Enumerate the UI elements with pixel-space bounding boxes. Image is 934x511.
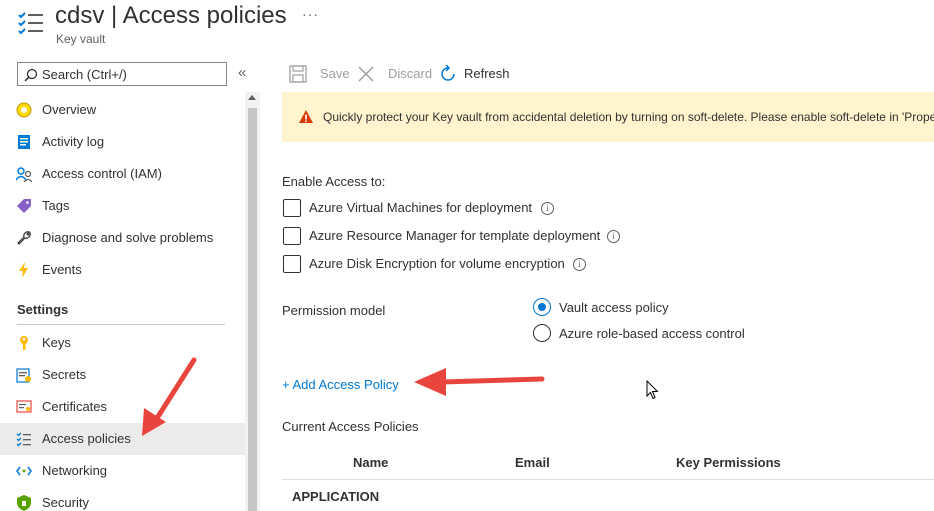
search-placeholder: Search (Ctrl+/) — [42, 67, 127, 82]
search-input[interactable]: Search (Ctrl+/) — [17, 62, 227, 86]
secrets-icon — [16, 368, 31, 383]
page-header: cdsv | Access policies Key vault ··· — [0, 0, 934, 56]
key-icon — [20, 336, 28, 350]
vault-access-policy-label: Vault access policy — [559, 300, 669, 315]
sidebar-item-label: Certificates — [42, 399, 108, 414]
page-title: cdsv | Access policies — [55, 2, 287, 29]
certificate-icon — [16, 400, 32, 413]
sidebar-item-keys[interactable]: Keys — [0, 327, 245, 359]
sidebar-item-label: Diagnose and solve problems — [42, 230, 214, 245]
shield-icon — [17, 495, 31, 511]
discard-label: Discard — [388, 66, 433, 81]
add-access-policy-link[interactable]: + Add Access Policy — [282, 377, 399, 392]
resource-menu: Search (Ctrl+/) « Overview Activity log … — [0, 56, 260, 511]
sidebar-item-label: Networking — [42, 463, 108, 478]
sidebar-item-label: Activity log — [42, 134, 105, 149]
scrollbar-thumb[interactable] — [248, 108, 257, 511]
sidebar-item-label: Keys — [42, 335, 71, 350]
more-options-button[interactable]: ··· — [302, 6, 319, 22]
vm-deployment-checkbox[interactable] — [283, 199, 301, 217]
close-icon — [358, 66, 374, 82]
settings-section-header: Settings — [17, 302, 69, 317]
sidebar-item-label: Events — [42, 262, 82, 277]
activity-log-icon — [18, 135, 30, 149]
warning-icon — [299, 110, 313, 123]
sidebar-item-access-policies[interactable]: Access policies — [0, 423, 245, 455]
permission-model-label: Permission model — [282, 303, 386, 318]
info-icon[interactable]: i — [541, 202, 554, 215]
sidebar-item-events[interactable]: Events — [0, 254, 245, 286]
scroll-up-icon[interactable] — [248, 95, 256, 100]
sidebar-item-overview[interactable]: Overview — [0, 94, 245, 126]
sidebar-item-secrets[interactable]: Secrets — [0, 359, 245, 391]
rbac-radio[interactable] — [533, 324, 551, 342]
soft-delete-warning-banner[interactable]: Quickly protect your Key vault from acci… — [282, 92, 934, 142]
info-icon[interactable]: i — [607, 230, 620, 243]
column-header-email[interactable]: Email — [515, 455, 550, 470]
group-header-application[interactable]: APPLICATION — [292, 489, 379, 504]
rbac-label: Azure role-based access control — [559, 326, 745, 341]
vault-access-policy-radio[interactable] — [533, 298, 551, 316]
mouse-cursor-icon — [646, 380, 659, 400]
section-divider — [17, 324, 225, 325]
access-policies-icon — [16, 432, 31, 447]
disk-encryption-checkbox[interactable] — [283, 255, 301, 273]
sidebar-item-label: Access policies — [42, 431, 131, 446]
sidebar-item-iam[interactable]: Access control (IAM) — [0, 158, 245, 190]
annotation-arrow-add-policy — [414, 368, 545, 396]
search-icon — [24, 68, 38, 82]
annotation-arrow-sidebar — [142, 357, 197, 436]
save-icon — [289, 65, 307, 83]
column-header-name[interactable]: Name — [353, 455, 388, 470]
arm-deployment-checkbox[interactable] — [283, 227, 301, 245]
sidebar-item-label: Security — [42, 495, 89, 510]
lightning-icon — [19, 262, 28, 278]
sidebar-item-networking[interactable]: Networking — [0, 455, 245, 487]
wrench-icon — [17, 231, 31, 245]
sidebar-item-label: Overview — [42, 102, 97, 117]
sidebar-item-label: Access control (IAM) — [42, 166, 162, 181]
sidebar-scrollbar[interactable] — [245, 92, 260, 511]
refresh-icon — [441, 65, 455, 81]
sidebar-item-security[interactable]: Security — [0, 487, 245, 511]
current-policies-heading: Current Access Policies — [282, 419, 419, 434]
networking-icon — [16, 466, 32, 476]
sidebar-item-tags[interactable]: Tags — [0, 190, 245, 222]
iam-icon — [16, 167, 32, 182]
sidebar-item-activity-log[interactable]: Activity log — [0, 126, 245, 158]
arm-deployment-label: Azure Resource Manager for template depl… — [309, 228, 601, 243]
resource-type: Key vault — [56, 32, 106, 46]
access-policies-icon — [18, 12, 43, 35]
sidebar-item-label: Secrets — [42, 367, 87, 382]
enable-access-heading: Enable Access to: — [282, 174, 386, 189]
disk-encryption-label: Azure Disk Encryption for volume encrypt… — [309, 256, 565, 271]
banner-message: Quickly protect your Key vault from acci… — [323, 110, 934, 124]
collapse-menu-button[interactable]: « — [238, 64, 246, 81]
policies-table-header: Name Email Key Permissions — [282, 448, 934, 480]
sidebar-item-diagnose[interactable]: Diagnose and solve problems — [0, 222, 245, 254]
vm-deployment-label: Azure Virtual Machines for deployment — [309, 200, 533, 215]
sidebar-item-label: Tags — [42, 198, 70, 213]
tag-icon — [17, 199, 31, 213]
overview-icon — [16, 102, 32, 118]
column-header-key-permissions[interactable]: Key Permissions — [676, 455, 781, 470]
save-label: Save — [320, 66, 350, 81]
refresh-label: Refresh — [464, 66, 510, 81]
sidebar-item-certificates[interactable]: Certificates — [0, 391, 245, 423]
info-icon[interactable]: i — [573, 258, 586, 271]
